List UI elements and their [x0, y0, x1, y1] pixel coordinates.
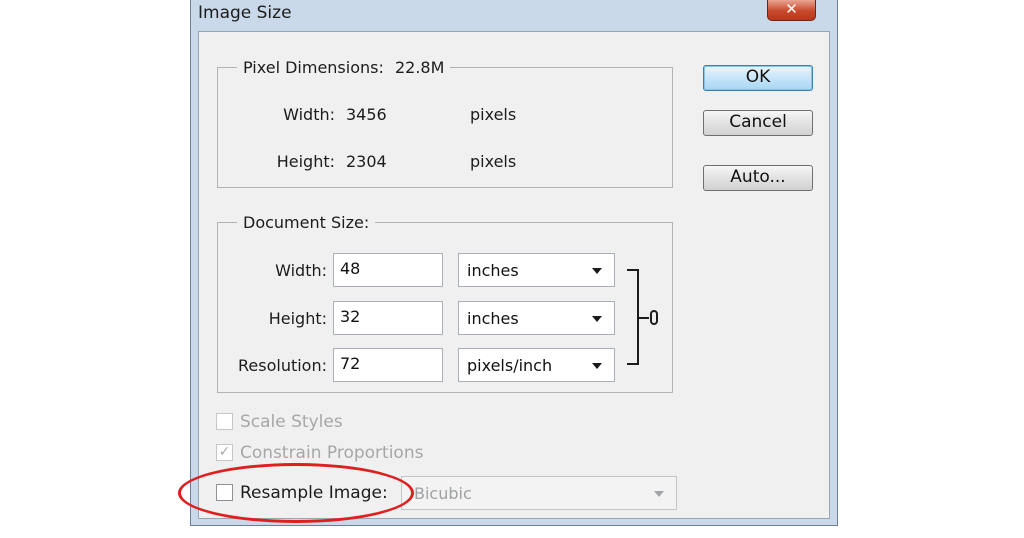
scale-styles-label: Scale Styles [240, 412, 343, 432]
close-icon: ✕ [785, 0, 798, 18]
highlight-ellipse [178, 463, 414, 523]
doc-width-label: Width: [275, 261, 327, 280]
doc-height-unit-select[interactable]: inches [458, 301, 615, 335]
resolution-label: Resolution: [238, 356, 327, 375]
title-bar[interactable]: Image Size ✕ [191, 0, 837, 30]
doc-height-input[interactable]: 32 [333, 301, 443, 335]
resolution-input[interactable]: 72 [333, 348, 443, 382]
pixel-width-label: Width: [283, 105, 335, 124]
pixel-height-value: 2304 [346, 152, 387, 171]
document-size-legend: Document Size: [237, 213, 376, 232]
image-size-dialog: Image Size ✕ Pixel Dimensions: 22.8M Wid… [190, 0, 838, 526]
chevron-down-icon [592, 268, 602, 274]
doc-height-unit: inches [467, 309, 519, 328]
doc-width-unit: inches [467, 261, 519, 280]
scale-styles-checkbox[interactable] [216, 413, 233, 430]
pixel-width-unit: pixels [470, 105, 517, 124]
dialog-body: Pixel Dimensions: 22.8M Width: 3456 pixe… [198, 31, 830, 519]
constrain-bracket [627, 269, 639, 365]
resolution-unit: pixels/inch [467, 356, 553, 375]
pixel-height-label: Height: [276, 152, 335, 171]
resample-method-select[interactable]: Bicubic [401, 476, 677, 510]
auto-button[interactable]: Auto... [703, 165, 813, 191]
resample-method: Bicubic [414, 484, 472, 503]
constrain-proportions-label: Constrain Proportions [240, 443, 424, 463]
resolution-unit-select[interactable]: pixels/inch [458, 348, 615, 382]
pixel-height-unit: pixels [470, 152, 517, 171]
close-button[interactable]: ✕ [767, 0, 816, 21]
chevron-down-icon [654, 491, 664, 497]
ok-button[interactable]: OK [703, 65, 813, 91]
chevron-down-icon [592, 316, 602, 322]
pixel-dimensions-legend: Pixel Dimensions: 22.8M [237, 58, 451, 77]
doc-width-unit-select[interactable]: inches [458, 253, 615, 287]
pixel-dimensions-label: Pixel Dimensions: [243, 58, 384, 77]
checkmark-icon: ✓ [218, 444, 231, 460]
cancel-button[interactable]: Cancel [703, 110, 813, 136]
constrain-proportions-checkbox[interactable]: ✓ [216, 444, 233, 461]
document-size-label: Document Size: [243, 213, 370, 232]
pixel-width-value: 3456 [346, 105, 387, 124]
doc-width-input[interactable]: 48 [333, 253, 443, 287]
chevron-down-icon [592, 363, 602, 369]
chain-link-icon [650, 310, 658, 325]
link-arm [639, 317, 649, 319]
doc-height-label: Height: [268, 309, 327, 328]
pixel-dimensions-size: 22.8M [394, 58, 445, 77]
window-title: Image Size [198, 3, 292, 23]
